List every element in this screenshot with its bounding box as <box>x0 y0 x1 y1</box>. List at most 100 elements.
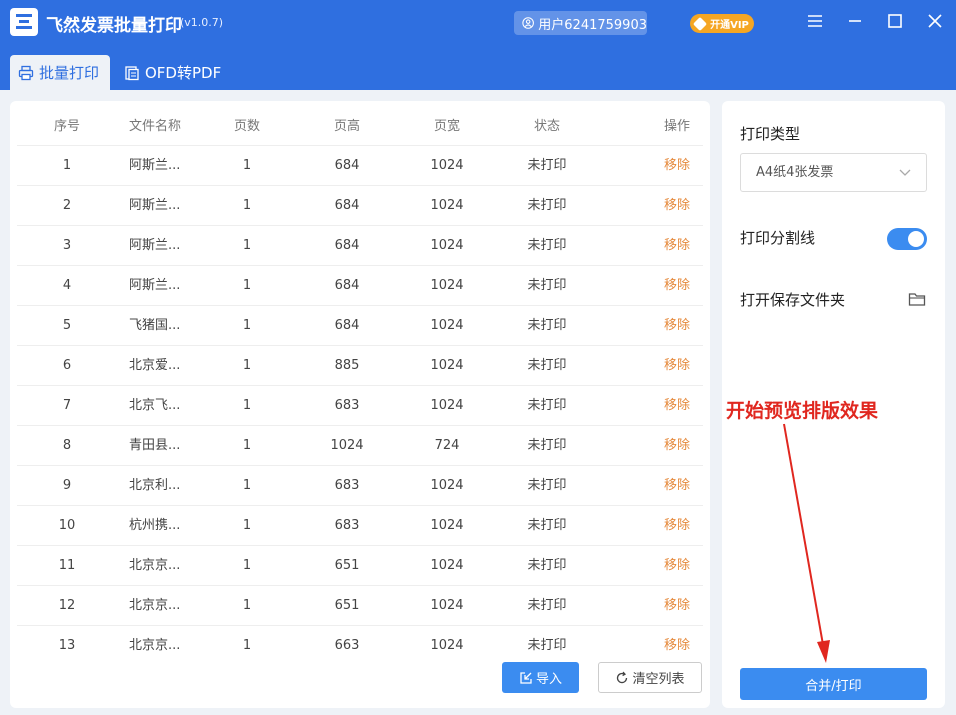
remove-link[interactable]: 移除 <box>657 266 697 306</box>
remove-link[interactable]: 移除 <box>657 226 697 266</box>
cell-file-name: 北京京... <box>129 558 181 573</box>
cell-index: 13 <box>58 638 76 653</box>
clear-list-button[interactable]: 清空列表 <box>598 662 702 693</box>
cell-index: 5 <box>62 318 72 333</box>
cell-status: 未打印 <box>527 398 567 413</box>
cell-index: 1 <box>62 158 72 173</box>
cell-status: 未打印 <box>527 198 567 213</box>
header-file-name: 文件名称 <box>129 119 182 134</box>
cell-page-width: 724 <box>434 438 460 453</box>
maximize-icon[interactable] <box>886 12 904 30</box>
vip-button[interactable]: 开通VIP <box>690 14 754 33</box>
remove-link[interactable]: 移除 <box>657 626 697 653</box>
remove-link[interactable]: 移除 <box>657 386 697 426</box>
cell-page-height: 684 <box>334 238 360 253</box>
cell-file-name: 北京京... <box>129 598 181 613</box>
table-row[interactable]: 9 北京利... 1 683 1024 未打印 移除 <box>17 466 703 506</box>
remove-link[interactable]: 移除 <box>657 466 697 506</box>
open-save-folder-label[interactable]: 打开保存文件夹 <box>740 289 845 310</box>
cell-page-height: 684 <box>334 318 360 333</box>
tab-bar: 批量打印 OFD转PDF <box>0 45 956 90</box>
cell-file-name: 阿斯兰... <box>129 278 181 293</box>
cell-pages: 1 <box>242 198 252 213</box>
cell-pages: 1 <box>242 398 252 413</box>
document-convert-icon <box>125 65 139 80</box>
cell-file-name: 北京飞... <box>129 398 181 413</box>
cell-page-height: 683 <box>334 478 360 493</box>
cell-page-height: 684 <box>334 158 360 173</box>
remove-link[interactable]: 移除 <box>657 506 697 546</box>
cell-page-width: 1024 <box>430 198 464 213</box>
table-row[interactable]: 1 阿斯兰... 1 684 1024 未打印 移除 <box>17 146 703 186</box>
divider-line-label: 打印分割线 <box>740 229 816 247</box>
minimize-icon[interactable] <box>846 12 864 30</box>
import-icon <box>520 671 532 684</box>
cell-status: 未打印 <box>527 518 567 533</box>
remove-link[interactable]: 移除 <box>657 546 697 586</box>
table-row[interactable]: 5 飞猪国... 1 684 1024 未打印 移除 <box>17 306 703 346</box>
cell-page-width: 1024 <box>430 638 464 653</box>
cell-page-height: 651 <box>334 558 360 573</box>
cell-status: 未打印 <box>527 278 567 293</box>
cell-file-name: 阿斯兰... <box>129 198 181 213</box>
cell-index: 4 <box>62 278 72 293</box>
cell-page-width: 1024 <box>430 238 464 253</box>
header-status: 状态 <box>533 119 560 134</box>
remove-link[interactable]: 移除 <box>657 306 697 346</box>
toggle-knob <box>908 231 924 247</box>
remove-link[interactable]: 移除 <box>657 146 697 186</box>
annotation-text: 开始预览排版效果 <box>726 400 879 422</box>
table-row[interactable]: 2 阿斯兰... 1 684 1024 未打印 移除 <box>17 186 703 226</box>
table-row[interactable]: 11 北京京... 1 651 1024 未打印 移除 <box>17 546 703 586</box>
user-icon <box>522 17 534 29</box>
menu-icon[interactable] <box>806 12 824 30</box>
cell-page-height: 683 <box>334 398 360 413</box>
merge-print-button[interactable]: 合并/打印 <box>740 668 927 700</box>
cell-page-height: 663 <box>334 638 360 653</box>
table-row[interactable]: 10 杭州携... 1 683 1024 未打印 移除 <box>17 506 703 546</box>
cell-pages: 1 <box>242 518 252 533</box>
cell-pages: 1 <box>242 438 252 453</box>
cell-index: 12 <box>58 598 76 613</box>
cell-page-height: 684 <box>334 278 360 293</box>
import-button[interactable]: 导入 <box>502 662 579 693</box>
tab-ofd-to-pdf[interactable]: OFD转PDF <box>124 55 221 90</box>
tab-batch-print[interactable]: 批量打印 <box>10 55 110 90</box>
table-body[interactable]: 1 阿斯兰... 1 684 1024 未打印 移除 2 阿斯兰... 1 684 1024 未打印 移除… <box>17 146 703 653</box>
table-row[interactable]: 8 青田县... 1 1024 724 未打印 移除 <box>17 426 703 466</box>
table-row[interactable]: 13 北京京... 1 663 1024 未打印 移除 <box>17 626 703 653</box>
folder-icon[interactable] <box>908 291 926 307</box>
cell-status: 未打印 <box>527 358 567 373</box>
cell-index: 9 <box>62 478 72 493</box>
divider-line-toggle[interactable] <box>887 228 927 250</box>
table-row[interactable]: 7 北京飞... 1 683 1024 未打印 移除 <box>17 386 703 426</box>
close-icon[interactable] <box>926 12 944 30</box>
remove-link[interactable]: 移除 <box>657 586 697 626</box>
cell-pages: 1 <box>242 598 252 613</box>
cell-page-height: 651 <box>334 598 360 613</box>
table-header: 序号 文件名称 页数 页高 页宽 状态 操作 <box>17 111 703 146</box>
cell-file-name: 飞猪国... <box>129 318 181 333</box>
cell-pages: 1 <box>242 558 252 573</box>
cell-page-height: 684 <box>334 198 360 213</box>
print-type-select[interactable]: A4纸4张发票 <box>740 153 927 192</box>
cell-file-name: 杭州携... <box>129 518 181 533</box>
cell-page-width: 1024 <box>430 558 464 573</box>
cell-page-width: 1024 <box>430 278 464 293</box>
table-row[interactable]: 4 阿斯兰... 1 684 1024 未打印 移除 <box>17 266 703 306</box>
user-account-button[interactable]: 用户6241759903 <box>514 11 647 35</box>
cell-page-width: 1024 <box>430 358 464 373</box>
header-index: 序号 <box>53 119 80 134</box>
remove-link[interactable]: 移除 <box>657 346 697 386</box>
remove-link[interactable]: 移除 <box>657 186 697 226</box>
remove-link[interactable]: 移除 <box>657 426 697 466</box>
vip-label: 开通VIP <box>710 20 749 31</box>
tab-ofd-to-pdf-label: OFD转PDF <box>145 64 222 82</box>
print-type-label: 打印类型 <box>740 125 801 143</box>
table-row[interactable]: 12 北京京... 1 651 1024 未打印 移除 <box>17 586 703 626</box>
cell-index: 3 <box>62 238 72 253</box>
cell-status: 未打印 <box>527 158 567 173</box>
cell-page-width: 1024 <box>430 158 464 173</box>
table-row[interactable]: 3 阿斯兰... 1 684 1024 未打印 移除 <box>17 226 703 266</box>
table-row[interactable]: 6 北京爱... 1 885 1024 未打印 移除 <box>17 346 703 386</box>
